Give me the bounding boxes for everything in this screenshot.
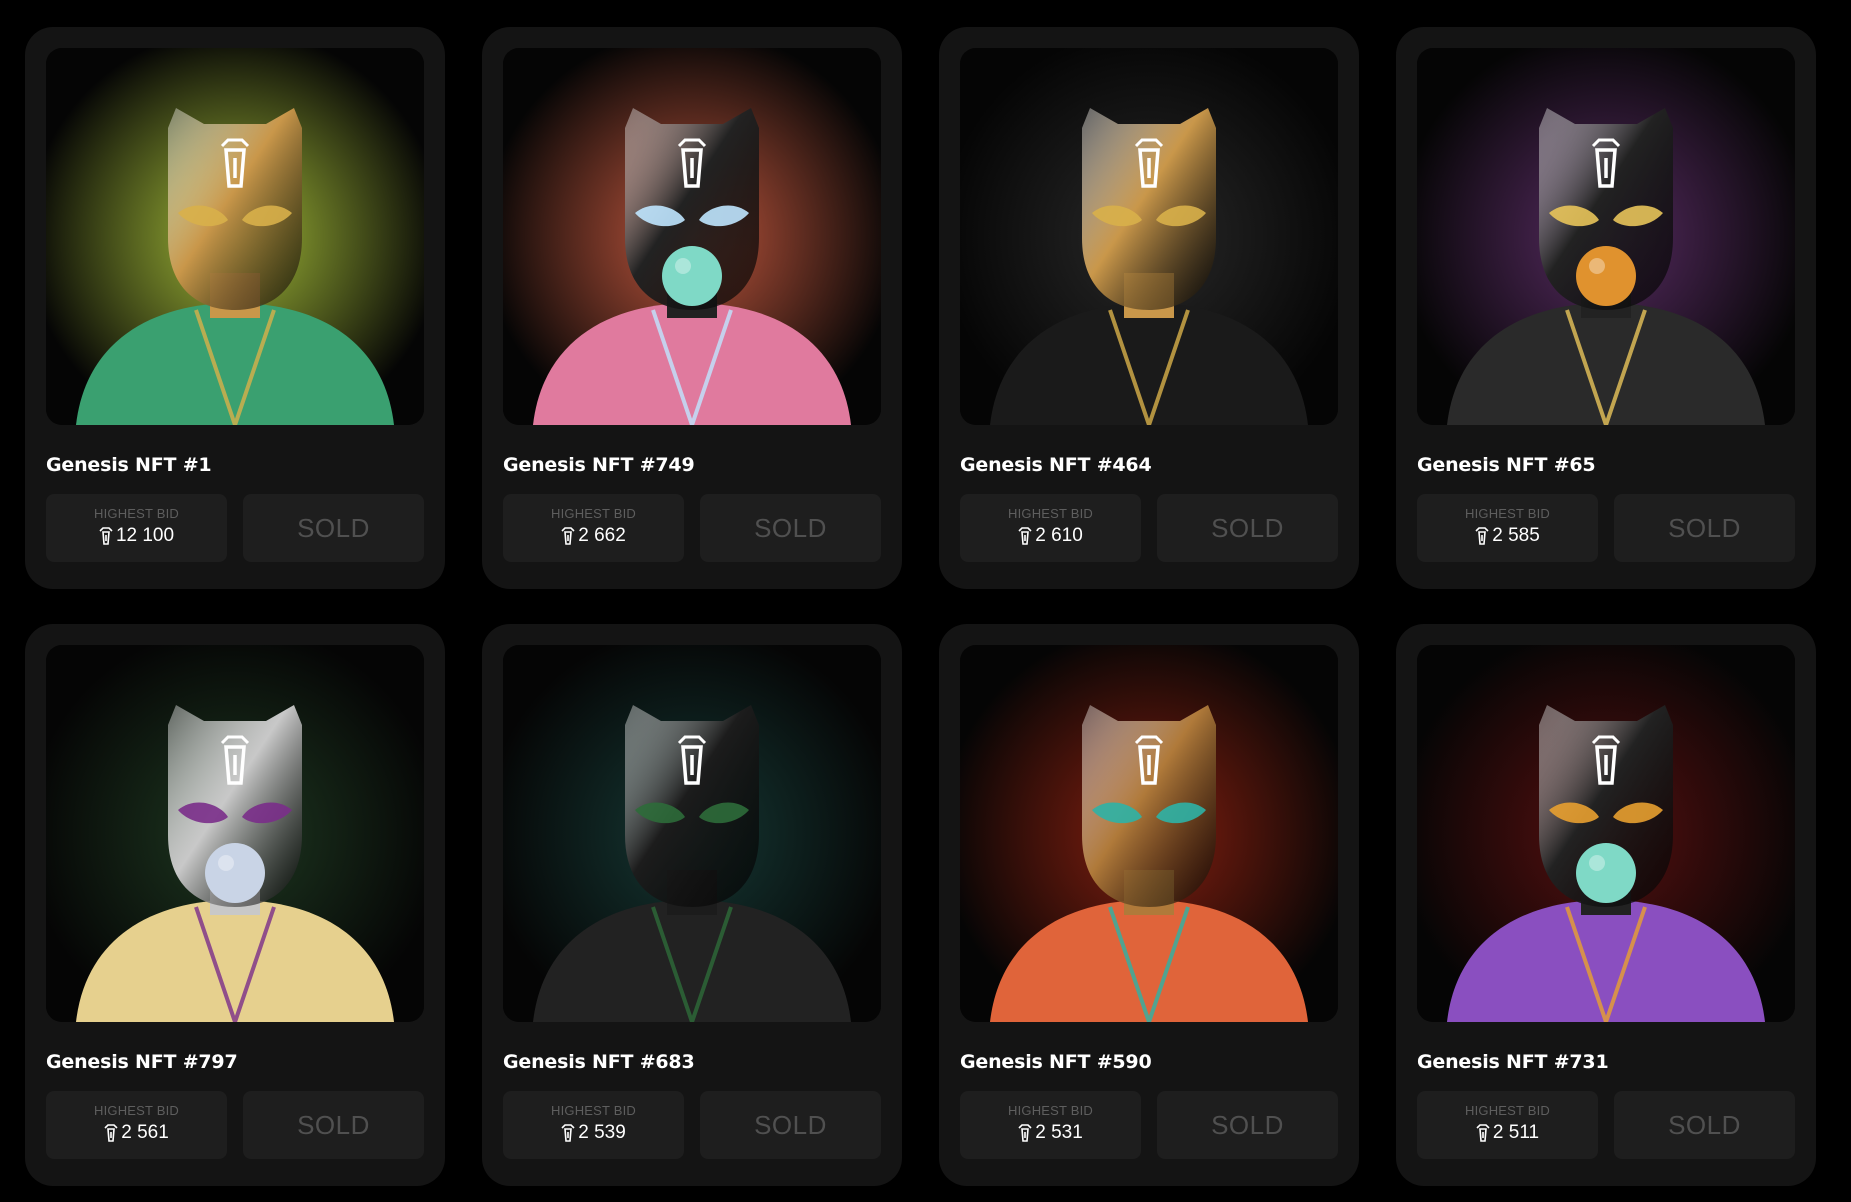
nft-title[interactable]: Genesis NFT #590	[960, 1051, 1152, 1073]
highest-bid-label: HIGHEST BID	[550, 506, 637, 521]
nft-card[interactable]: Genesis NFT #797 HIGHEST BID 2 561 SOLD	[25, 624, 445, 1186]
nft-image[interactable]	[1417, 48, 1795, 425]
nft-image[interactable]	[503, 48, 881, 425]
nft-image[interactable]	[46, 645, 424, 1022]
nft-image[interactable]	[1417, 645, 1795, 1022]
highest-bid-value: 2 610	[1035, 525, 1083, 546]
token-icon	[561, 526, 575, 546]
nft-title[interactable]: Genesis NFT #65	[1417, 454, 1596, 476]
nft-title[interactable]: Genesis NFT #731	[1417, 1051, 1609, 1073]
sold-button[interactable]: SOLD	[243, 1091, 424, 1159]
nft-card[interactable]: Genesis NFT #65 HIGHEST BID 2 585 SOLD	[1396, 27, 1816, 589]
nft-image[interactable]	[46, 48, 424, 425]
highest-bid-value: 2 561	[121, 1122, 169, 1143]
highest-bid-box: HIGHEST BID 12 100	[46, 494, 227, 562]
highest-bid-value: 2 539	[578, 1122, 626, 1143]
sold-button[interactable]: SOLD	[243, 494, 424, 562]
nft-title[interactable]: Genesis NFT #749	[503, 454, 695, 476]
highest-bid-box: HIGHEST BID 2 511	[1417, 1091, 1598, 1159]
token-icon	[1475, 526, 1489, 546]
token-icon	[99, 526, 113, 546]
nft-card[interactable]: Genesis NFT #731 HIGHEST BID 2 511 SOLD	[1396, 624, 1816, 1186]
highest-bid-label: HIGHEST BID	[1007, 1103, 1094, 1118]
nft-image[interactable]	[503, 645, 881, 1022]
token-icon	[561, 1123, 575, 1143]
token-icon	[1018, 1123, 1032, 1143]
token-icon	[1476, 1123, 1490, 1143]
sold-button[interactable]: SOLD	[1157, 1091, 1338, 1159]
sold-button[interactable]: SOLD	[1614, 1091, 1795, 1159]
highest-bid-box: HIGHEST BID 2 531	[960, 1091, 1141, 1159]
token-icon	[1018, 526, 1032, 546]
highest-bid-box: HIGHEST BID 2 662	[503, 494, 684, 562]
highest-bid-label: HIGHEST BID	[93, 506, 180, 521]
highest-bid-box: HIGHEST BID 2 610	[960, 494, 1141, 562]
highest-bid-value: 2 531	[1035, 1122, 1083, 1143]
highest-bid-label: HIGHEST BID	[93, 1103, 180, 1118]
nft-card[interactable]: Genesis NFT #683 HIGHEST BID 2 539 SOLD	[482, 624, 902, 1186]
nft-card[interactable]: Genesis NFT #590 HIGHEST BID 2 531 SOLD	[939, 624, 1359, 1186]
highest-bid-box: HIGHEST BID 2 561	[46, 1091, 227, 1159]
nft-card[interactable]: Genesis NFT #464 HIGHEST BID 2 610 SOLD	[939, 27, 1359, 589]
sold-button[interactable]: SOLD	[1157, 494, 1338, 562]
highest-bid-label: HIGHEST BID	[1464, 1103, 1551, 1118]
nft-image[interactable]	[960, 645, 1338, 1022]
highest-bid-label: HIGHEST BID	[1464, 506, 1551, 521]
highest-bid-label: HIGHEST BID	[550, 1103, 637, 1118]
nft-card[interactable]: Genesis NFT #1 HIGHEST BID 12 100 SOLD	[25, 27, 445, 589]
highest-bid-value: 2 662	[578, 525, 626, 546]
highest-bid-box: HIGHEST BID 2 539	[503, 1091, 684, 1159]
highest-bid-box: HIGHEST BID 2 585	[1417, 494, 1598, 562]
nft-title[interactable]: Genesis NFT #464	[960, 454, 1152, 476]
sold-button[interactable]: SOLD	[1614, 494, 1795, 562]
nft-grid: Genesis NFT #1 HIGHEST BID 12 100 SOLD G…	[25, 27, 1816, 1186]
nft-title[interactable]: Genesis NFT #1	[46, 454, 212, 476]
sold-button[interactable]: SOLD	[700, 494, 881, 562]
highest-bid-value: 2 511	[1492, 1122, 1540, 1143]
highest-bid-value: 2 585	[1492, 525, 1540, 546]
sold-button[interactable]: SOLD	[700, 1091, 881, 1159]
token-icon	[104, 1123, 118, 1143]
nft-title[interactable]: Genesis NFT #683	[503, 1051, 695, 1073]
nft-card[interactable]: Genesis NFT #749 HIGHEST BID 2 662 SOLD	[482, 27, 902, 589]
nft-image[interactable]	[960, 48, 1338, 425]
nft-title[interactable]: Genesis NFT #797	[46, 1051, 238, 1073]
highest-bid-label: HIGHEST BID	[1007, 506, 1094, 521]
highest-bid-value: 12 100	[115, 525, 175, 546]
